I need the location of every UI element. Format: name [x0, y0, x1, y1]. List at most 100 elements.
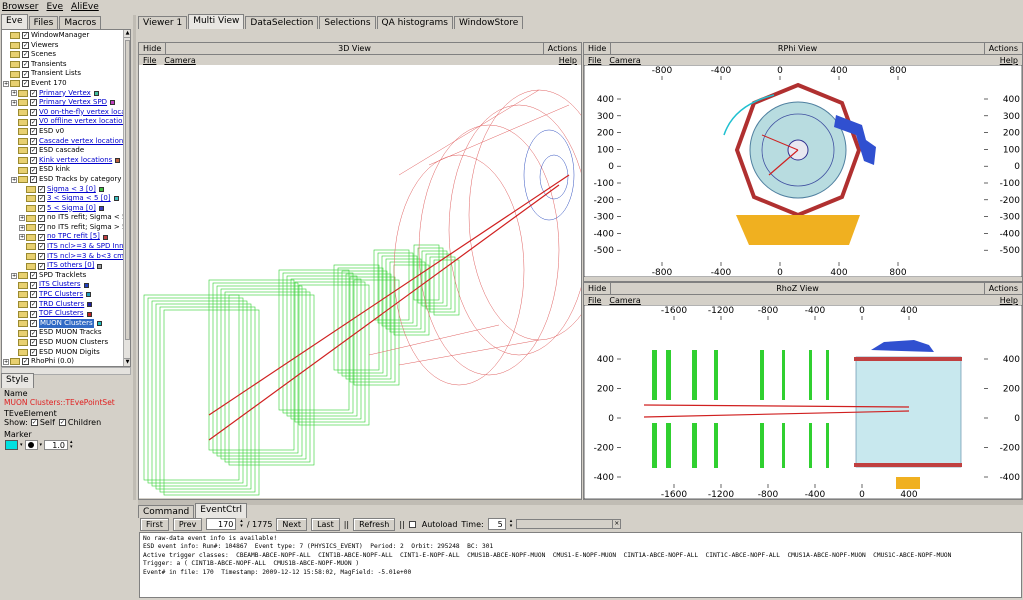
tree-item[interactable]: + ✓ ESD Tracks by category	[2, 175, 123, 185]
view-rphi-help-menu[interactable]: Help	[1000, 56, 1018, 65]
tree-item[interactable]: ✓ Scenes	[2, 50, 123, 60]
tree-item[interactable]: ✓ ESD cascade	[2, 146, 123, 156]
visibility-checkbox[interactable]: ✓	[38, 214, 45, 222]
tree-item[interactable]: ✓ Cascade vertex locations	[2, 137, 130, 147]
time-input[interactable]: 5	[487, 518, 506, 530]
visibility-checkbox[interactable]: ✓	[30, 89, 37, 97]
tab-style[interactable]: Style	[1, 373, 34, 388]
visibility-checkbox[interactable]: ✓	[38, 195, 45, 203]
view-rhoz-hide-button[interactable]: Hide	[584, 282, 612, 295]
tree-item[interactable]: ✓ ESD MUON Tracks	[2, 328, 123, 338]
left-splitter[interactable]	[133, 15, 136, 500]
visibility-checkbox[interactable]: ✓	[30, 147, 37, 155]
view-rhoz-camera-menu[interactable]: Camera	[609, 296, 640, 305]
color-swatch[interactable]	[86, 292, 92, 298]
tree-item[interactable]: ✓ ESD MUON Clusters	[2, 338, 123, 348]
visibility-checkbox[interactable]: ✓	[30, 109, 37, 117]
bottom-splitter[interactable]	[138, 500, 1023, 505]
visibility-checkbox[interactable]: ✓	[38, 233, 45, 241]
color-swatch[interactable]	[83, 282, 89, 288]
tree-item[interactable]: ✓ITS ncl>=3 & SPD Inner [0]	[2, 242, 130, 252]
visibility-checkbox[interactable]: ✓	[38, 252, 45, 260]
tree-item[interactable]: ✓ WindowManager	[2, 31, 123, 41]
visibility-checkbox[interactable]: ✓	[30, 128, 37, 136]
expand-icon[interactable]: +	[11, 176, 17, 183]
tree-item[interactable]: + ✓ SPD Tracklets	[2, 271, 123, 281]
tree-item[interactable]: ✓ ITS ncl>=3 & b<3 cm [0]	[2, 252, 130, 262]
tree-item[interactable]: ✓ ESD kink	[2, 165, 123, 175]
first-button[interactable]: First	[140, 517, 169, 531]
visibility-checkbox[interactable]: ✓	[30, 339, 37, 347]
next-button[interactable]: Next	[276, 517, 308, 531]
tree-item[interactable]: + ✓ Event 170	[2, 79, 123, 89]
tab-qa-histograms[interactable]: QA histograms	[376, 16, 453, 29]
view-3d-help-menu[interactable]: Help	[559, 56, 577, 65]
color-swatch[interactable]	[86, 311, 92, 317]
eve-list-tree[interactable]: ✓ WindowManager ✓ Viewers ✓ Scenes ✓ Transients…	[1, 29, 131, 367]
color-swatch[interactable]	[98, 186, 104, 192]
visibility-checkbox[interactable]: ✓	[22, 61, 29, 69]
last-button[interactable]: Last	[311, 517, 340, 531]
view-rhoz-canvas[interactable]: -1600 -1600 -1200 -1200 -800 -800 -400 -400 0 0 40…	[584, 305, 1022, 499]
visibility-checkbox[interactable]: ✓	[22, 80, 29, 88]
expand-icon[interactable]: +	[11, 99, 17, 106]
tree-item[interactable]: ✓ 5 < Sigma [0]	[2, 204, 123, 214]
visibility-checkbox[interactable]: ✓	[30, 320, 37, 328]
view-rhoz-file-menu[interactable]: File	[588, 296, 601, 305]
event-number-stepper[interactable]: ▴ ▾	[240, 519, 243, 529]
visibility-checkbox[interactable]: ✓	[30, 99, 37, 107]
color-swatch[interactable]	[96, 321, 102, 327]
tab-eve[interactable]: Eve	[1, 14, 28, 29]
scroll-thumb[interactable]	[125, 40, 130, 340]
event-number-input[interactable]: 170	[206, 518, 237, 530]
tab-event-ctrl[interactable]: EventCtrl	[195, 503, 248, 518]
tab-multi-view[interactable]: Multi View	[188, 14, 245, 29]
tab-window-store[interactable]: WindowStore	[453, 16, 524, 29]
visibility-checkbox[interactable]: ✓	[30, 291, 37, 299]
scroll-down-icon[interactable]: ▼	[124, 358, 130, 366]
color-swatch[interactable]	[98, 205, 104, 211]
color-swatch[interactable]	[97, 263, 103, 269]
marker-style-button[interactable]	[24, 440, 38, 450]
visibility-checkbox[interactable]: ✓	[30, 348, 37, 356]
visibility-checkbox[interactable]: ✓	[22, 41, 29, 49]
tree-item[interactable]: ✓ Transients	[2, 60, 123, 70]
chevron-down-icon[interactable]: ▾	[20, 442, 23, 448]
tree-item[interactable]: ✓ ITS Clusters	[2, 280, 123, 290]
tree-item[interactable]: ✓ V0 offline vertex locations	[2, 117, 130, 127]
tree-item[interactable]: + ✓ Primary Vertex SPD	[2, 98, 123, 108]
autoload-checkbox[interactable]	[408, 520, 416, 528]
visibility-checkbox[interactable]: ✓	[22, 358, 29, 366]
color-swatch[interactable]	[113, 196, 119, 202]
refresh-button[interactable]: Refresh	[353, 517, 396, 531]
expand-icon[interactable]: +	[19, 224, 25, 231]
children-checkbox[interactable]: ✓	[58, 419, 66, 426]
menu-eve[interactable]: Eve	[46, 2, 63, 12]
tree-item[interactable]: ✓ ESD MUON Digits	[2, 348, 123, 358]
visibility-checkbox[interactable]: ✓	[38, 224, 45, 232]
visibility-checkbox[interactable]: ✓	[38, 262, 45, 270]
tree-item[interactable]: ✓ TOF Clusters	[2, 309, 123, 319]
marker-size-input[interactable]: 1.0	[44, 440, 69, 450]
view-rhoz-help-menu[interactable]: Help	[1000, 296, 1018, 305]
view-3d-actions-button[interactable]: Actions	[542, 42, 581, 55]
tab-viewer1[interactable]: Viewer 1	[138, 16, 188, 29]
tree-item[interactable]: ✓ ESD v0	[2, 127, 123, 137]
tree-item[interactable]: ✓ Viewers	[2, 41, 123, 51]
visibility-checkbox[interactable]: ✓	[22, 51, 29, 59]
expand-icon[interactable]: +	[19, 234, 25, 241]
color-swatch[interactable]	[110, 100, 116, 106]
color-swatch[interactable]	[102, 234, 108, 240]
tree-item[interactable]: + ✓ Primary Vertex	[2, 89, 123, 99]
visibility-checkbox[interactable]: ✓	[30, 137, 37, 145]
tree-item[interactable]: + ✓no ITS refit; Sigma > 5 [10]	[2, 223, 130, 233]
tree-item[interactable]: + ✓ no ITS refit; Sigma < 5 [2]	[2, 213, 130, 223]
view-rphi-canvas[interactable]: -800 -800 -400 -400 0 0 400 400 800 800 400 400 300 3…	[584, 65, 1022, 277]
tree-item[interactable]: + ✓ RhoPhi (0.0)	[2, 357, 123, 366]
expand-icon[interactable]: +	[3, 80, 9, 87]
marker-size-stepper[interactable]: ▴ ▾	[70, 440, 73, 450]
tree-item[interactable]: ✓ TPC Clusters	[2, 290, 123, 300]
tree-item[interactable]: ✓ Transient Lists	[2, 69, 123, 79]
view-rphi-hide-button[interactable]: Hide	[584, 42, 612, 55]
visibility-checkbox[interactable]: ✓	[30, 300, 37, 308]
